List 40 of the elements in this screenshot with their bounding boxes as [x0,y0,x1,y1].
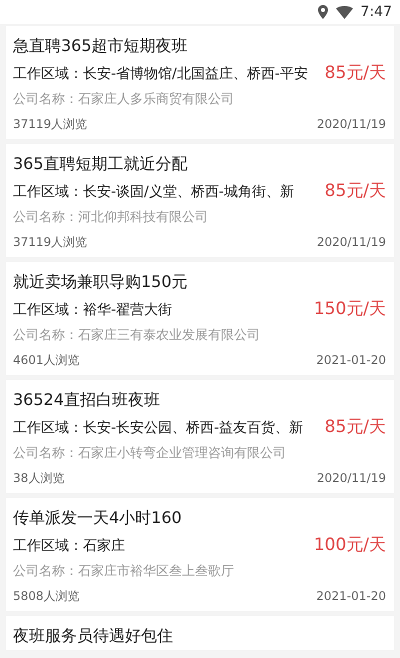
job-title: 就近卖场兼职导购150元 [13,271,189,293]
company-name: 公司名称：石家庄小转弯企业管理咨询有限公司 [13,445,287,463]
job-card[interactable]: 急直聘365超市短期夜班 工作区域：长安-省博物馆/北国益庄、桥西-平安 85元/天 公司名称：石家庄人多乐商贸有限公司 37119人浏览 2020/11/19 [6,26,394,139]
job-card[interactable]: 夜班服务员待遇好包住 [6,616,394,650]
work-area: 工作区域：长安-长安公园、桥西-益友百货、新 [13,414,304,442]
work-area: 工作区域：长安-省博物馆/北国益庄、桥西-平安 [13,60,308,88]
status-time: 7:47 [360,2,392,22]
post-date: 2020/11/19 [316,234,386,251]
job-title: 365直聘短期工就近分配 [13,153,189,175]
job-pay: 150元/天 [314,298,386,322]
job-card[interactable]: 365直聘短期工就近分配 工作区域：长安-谈固/义堂、桥西-城角街、新 85元/天 公司名称：河北仰邦科技有限公司 37119人浏览 2020/11/19 [6,144,394,257]
job-title: 急直聘365超市短期夜班 [13,35,189,57]
view-count: 5808人浏览 [13,588,80,605]
job-card[interactable]: 传单派发一天4小时160 工作区域：石家庄 100元/天 公司名称：石家庄市裕华区叁上叁歌厅 5808人浏览 2021-01-20 [6,498,394,611]
company-name: 公司名称：石家庄人多乐商贸有限公司 [13,91,235,109]
work-area: 工作区域：长安-谈固/义堂、桥西-城角街、新 [13,178,294,206]
post-date: 2021-01-20 [316,352,386,369]
work-area: 工作区域：裕华-翟营大街 [13,296,172,324]
post-date: 2020/11/19 [316,470,386,487]
post-date: 2021-01-20 [316,588,386,605]
job-card[interactable]: 就近卖场兼职导购150元 工作区域：裕华-翟营大街 150元/天 公司名称：石家庄三有泰农业发展有限公司 4601人浏览 2021-01-20 [6,262,394,375]
post-date: 2020/11/19 [316,116,386,133]
company-name: 公司名称：石家庄三有泰农业发展有限公司 [13,327,261,345]
company-name: 公司名称：河北仰邦科技有限公司 [13,209,209,227]
view-count: 4601人浏览 [13,352,80,369]
wifi-icon [336,6,353,18]
view-count: 37119人浏览 [13,234,88,251]
job-pay: 85元/天 [324,416,386,440]
company-name: 公司名称：石家庄市裕华区叁上叁歌厅 [13,563,235,581]
job-title: 夜班服务员待遇好包住 [13,625,174,647]
job-title: 传单派发一天4小时160 [13,507,183,529]
work-area: 工作区域：石家庄 [13,532,125,560]
job-card[interactable]: 36524直招白班夜班 工作区域：长安-长安公园、桥西-益友百货、新 85元/天 公司名称：石家庄小转弯企业管理咨询有限公司 38人浏览 2020/11/19 [6,380,394,493]
job-pay: 85元/天 [324,62,386,86]
view-count: 38人浏览 [13,470,64,487]
location-icon [318,5,328,19]
job-pay: 85元/天 [324,180,386,204]
view-count: 37119人浏览 [13,116,88,133]
job-title: 36524直招白班夜班 [13,389,161,411]
job-pay: 100元/天 [314,534,386,558]
